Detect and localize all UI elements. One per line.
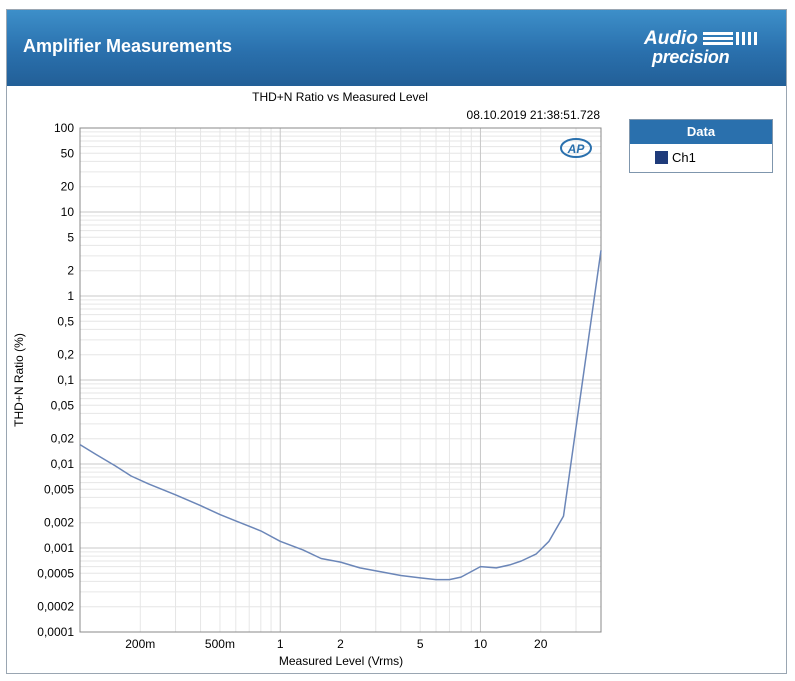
y-axis-label: THD+N Ratio (%) xyxy=(12,333,26,427)
x-tick-label: 500m xyxy=(205,637,235,651)
y-tick-labels: 100 50 20 10 5 2 1 0,5 0,2 0,1 0,05 0,02 0,01 0,005 0,… xyxy=(37,121,74,639)
x-tick-label: 2 xyxy=(337,637,344,651)
legend-header: Data xyxy=(630,120,772,144)
y-tick-label: 0,5 xyxy=(57,314,74,328)
y-tick-label: 0,0001 xyxy=(37,625,74,639)
legend-item-ch1[interactable]: Ch1 xyxy=(630,144,772,172)
y-tick-label: 0,02 xyxy=(51,432,75,446)
legend-swatch xyxy=(655,151,668,164)
x-tick-label: 1 xyxy=(277,637,284,651)
y-tick-label: 0,2 xyxy=(57,348,74,362)
y-tick-label: 10 xyxy=(61,205,75,219)
chart-timestamp: 08.10.2019 21:38:51.728 xyxy=(467,108,601,122)
y-tick-label: 5 xyxy=(67,230,74,244)
y-tick-label: 0,001 xyxy=(44,541,74,555)
y-tick-label: 0,1 xyxy=(57,373,74,387)
y-tick-label: 0,002 xyxy=(44,516,74,530)
x-tick-labels: 200m 500m 1 2 5 10 20 xyxy=(125,637,547,651)
y-tick-label: 50 xyxy=(61,146,75,160)
y-tick-label: 0,05 xyxy=(51,398,75,412)
x-tick-label: 10 xyxy=(474,637,488,651)
ap-logo-icon: AP xyxy=(560,138,592,158)
legend-label: Ch1 xyxy=(672,150,696,165)
y-tick-label: 0,0002 xyxy=(37,600,74,614)
y-tick-label: 0,01 xyxy=(51,457,75,471)
x-tick-label: 200m xyxy=(125,637,155,651)
y-tick-label: 1 xyxy=(67,289,74,303)
y-tick-label: 20 xyxy=(61,180,75,194)
x-tick-label: 20 xyxy=(534,637,548,651)
x-tick-label: 5 xyxy=(417,637,424,651)
y-tick-label: 0,0005 xyxy=(37,566,74,580)
thd-chart: THD+N Ratio vs Measured Level 08.10.2019… xyxy=(12,90,602,668)
chart-title: THD+N Ratio vs Measured Level xyxy=(252,90,428,104)
legend: Data Ch1 xyxy=(629,119,773,173)
y-tick-label: 0,005 xyxy=(44,482,74,496)
svg-text:AP: AP xyxy=(567,142,586,156)
y-tick-label: 100 xyxy=(54,121,74,135)
x-axis-label: Measured Level (Vrms) xyxy=(279,654,403,668)
y-tick-label: 2 xyxy=(67,264,74,278)
